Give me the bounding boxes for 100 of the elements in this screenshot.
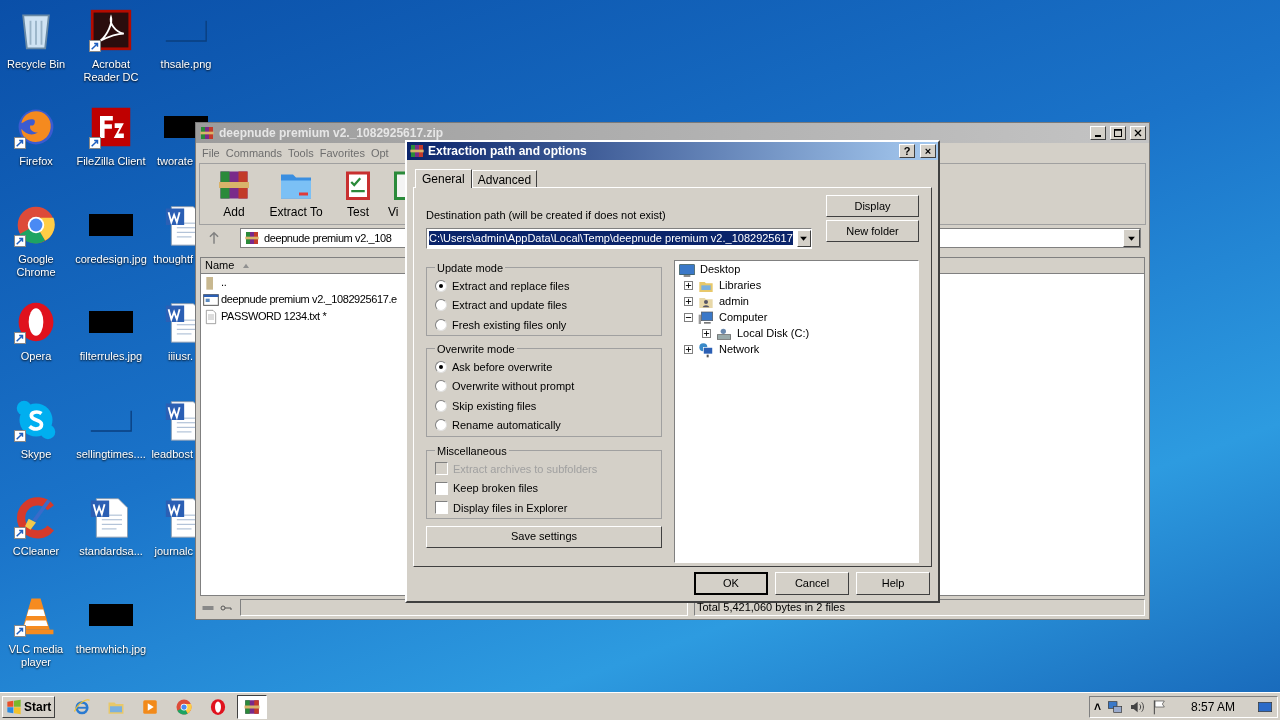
file-name[interactable]: ..: [221, 274, 227, 291]
plus-icon: [685, 282, 692, 289]
icon-label[interactable]: iiiusr.: [167, 350, 193, 363]
radio-button[interactable]: [435, 380, 447, 393]
checkbox[interactable]: [435, 501, 448, 515]
checkbox[interactable]: [435, 481, 448, 495]
menu-item[interactable]: Opt: [367, 144, 392, 162]
tree-item[interactable]: Local Disk (C:): [737, 325, 810, 342]
expander-box[interactable]: [684, 297, 693, 306]
radio-button[interactable]: [435, 299, 447, 312]
minimize-icon: [1095, 135, 1101, 137]
minus-icon: [685, 314, 692, 321]
icon-label[interactable]: tworate: [156, 155, 193, 168]
computer-icon: [697, 309, 715, 326]
tree-item[interactable]: admin: [719, 293, 749, 310]
taskbar-app-button[interactable]: [237, 694, 268, 719]
plus-icon: [703, 330, 710, 337]
tree-item[interactable]: Computer: [719, 309, 768, 326]
group-legend: Update mode: [435, 259, 506, 276]
option-label[interactable]: Display files in Explorer: [453, 499, 568, 516]
text-file-icon: [203, 308, 219, 325]
browser-e-icon: [73, 697, 92, 716]
ring-icon: [209, 697, 228, 716]
radio-button[interactable]: [435, 399, 447, 412]
option-label[interactable]: Keep broken files: [453, 480, 538, 497]
network-globe-icon: [697, 341, 715, 358]
up-arrow-icon: [207, 231, 221, 245]
dialog-button[interactable]: New folder: [826, 220, 919, 242]
toolbar-button[interactable]: Extract To: [264, 167, 328, 221]
close-button[interactable]: ×: [920, 144, 936, 158]
program-icon: [203, 291, 219, 308]
file-name[interactable]: PASSWORD 1234.txt *: [221, 308, 327, 325]
window-title: deepnude premium v2._1082925617.zip: [219, 125, 444, 142]
tree-item[interactable]: Desktop: [700, 261, 741, 278]
toolbar-button[interactable]: Add: [206, 167, 262, 221]
icon-label[interactable]: themwhich.jpg: [73, 643, 149, 656]
window-control-button[interactable]: [1130, 126, 1146, 140]
icon-label[interactable]: thsale.png: [148, 58, 224, 71]
icon-label[interactable]: Skype: [0, 448, 74, 461]
expander-box[interactable]: [684, 313, 693, 322]
icon-label[interactable]: thoughtf: [153, 253, 193, 266]
radio-button[interactable]: [435, 318, 447, 331]
play-icon: [141, 697, 160, 716]
icon-label[interactable]: Recycle Bin: [0, 58, 74, 71]
file-name[interactable]: deepnude premium v2._1082925617.e: [221, 291, 397, 308]
dialog-title: Extraction path and options: [428, 143, 587, 160]
window-control-button[interactable]: [1110, 126, 1126, 140]
toolbar-button[interactable]: Test: [330, 167, 386, 221]
icon-label[interactable]: Opera: [0, 350, 74, 363]
option-label[interactable]: Skip existing files: [452, 397, 537, 414]
option-label[interactable]: Ask before overwrite: [452, 358, 553, 375]
option-label[interactable]: Extract and replace files: [452, 277, 570, 294]
plus-icon: [685, 346, 692, 353]
dialog-button[interactable]: Display: [826, 195, 919, 217]
icon-label[interactable]: coredesign.jpg: [73, 253, 149, 266]
dialog-button[interactable]: Cancel: [775, 572, 849, 595]
icon-label[interactable]: FileZilla Client: [73, 155, 149, 168]
dialog-button[interactable]: OK: [694, 572, 768, 595]
tree-item[interactable]: Libraries: [719, 277, 762, 294]
menu-item[interactable]: Commands: [222, 144, 285, 162]
field-label: Destination path (will be created if does not exist): [426, 208, 667, 223]
radio-button[interactable]: [435, 360, 447, 373]
icon-label[interactable]: VLC media player: [0, 643, 74, 669]
tab[interactable]: General: [415, 169, 472, 188]
help-button[interactable]: ?: [899, 144, 915, 158]
expander-box[interactable]: [684, 281, 693, 290]
icon-label[interactable]: filterrules.jpg: [73, 350, 149, 363]
window-control-button[interactable]: [1090, 126, 1106, 140]
expander-box[interactable]: [702, 329, 711, 338]
icon-label[interactable]: journalc: [154, 545, 193, 558]
tree-item[interactable]: Network: [719, 341, 760, 358]
sort-arrow-icon: [242, 261, 251, 270]
option-label[interactable]: Extract and update files: [452, 297, 567, 314]
dialog-button[interactable]: Save settings: [426, 525, 662, 548]
plus-icon: [685, 298, 692, 305]
destination-path-combo[interactable]: C:\Users\admin\AppData\Local\Temp\deepnude premium v2._1082925617: [426, 227, 812, 249]
icon-label[interactable]: CCleaner: [0, 545, 74, 558]
icon-label[interactable]: Acrobat Reader DC: [73, 58, 149, 84]
menu-item[interactable]: Tools: [285, 144, 317, 162]
option-label[interactable]: Overwrite without prompt: [452, 378, 575, 395]
archive-icon: [243, 697, 262, 716]
network-icon[interactable]: [1106, 698, 1123, 715]
tab[interactable]: Advanced: [471, 170, 538, 187]
status-text: Total 5,421,060 bytes in 2 files: [697, 600, 845, 616]
expander-box[interactable]: [684, 345, 693, 354]
dialog-button[interactable]: Help: [856, 572, 930, 595]
option-label[interactable]: Rename automatically: [452, 417, 561, 434]
icon-label[interactable]: Google Chrome: [0, 253, 74, 279]
maximize-icon: [1112, 127, 1124, 139]
icon-label[interactable]: Firefox: [0, 155, 74, 168]
radio-button[interactable]: [435, 279, 447, 292]
icon-label[interactable]: leadbost: [151, 448, 193, 461]
tray-expand-button[interactable]: ˄: [1093, 697, 1101, 716]
circle-logo-icon: [175, 697, 194, 716]
option-label[interactable]: Fresh existing files only: [452, 316, 567, 333]
start-button[interactable]: Start: [2, 695, 56, 718]
icon-label[interactable]: sellingtimes....: [73, 448, 149, 461]
group-legend: Miscellaneous: [435, 442, 509, 459]
radio-button[interactable]: [435, 419, 447, 432]
icon-label[interactable]: standardsa...: [73, 545, 149, 558]
